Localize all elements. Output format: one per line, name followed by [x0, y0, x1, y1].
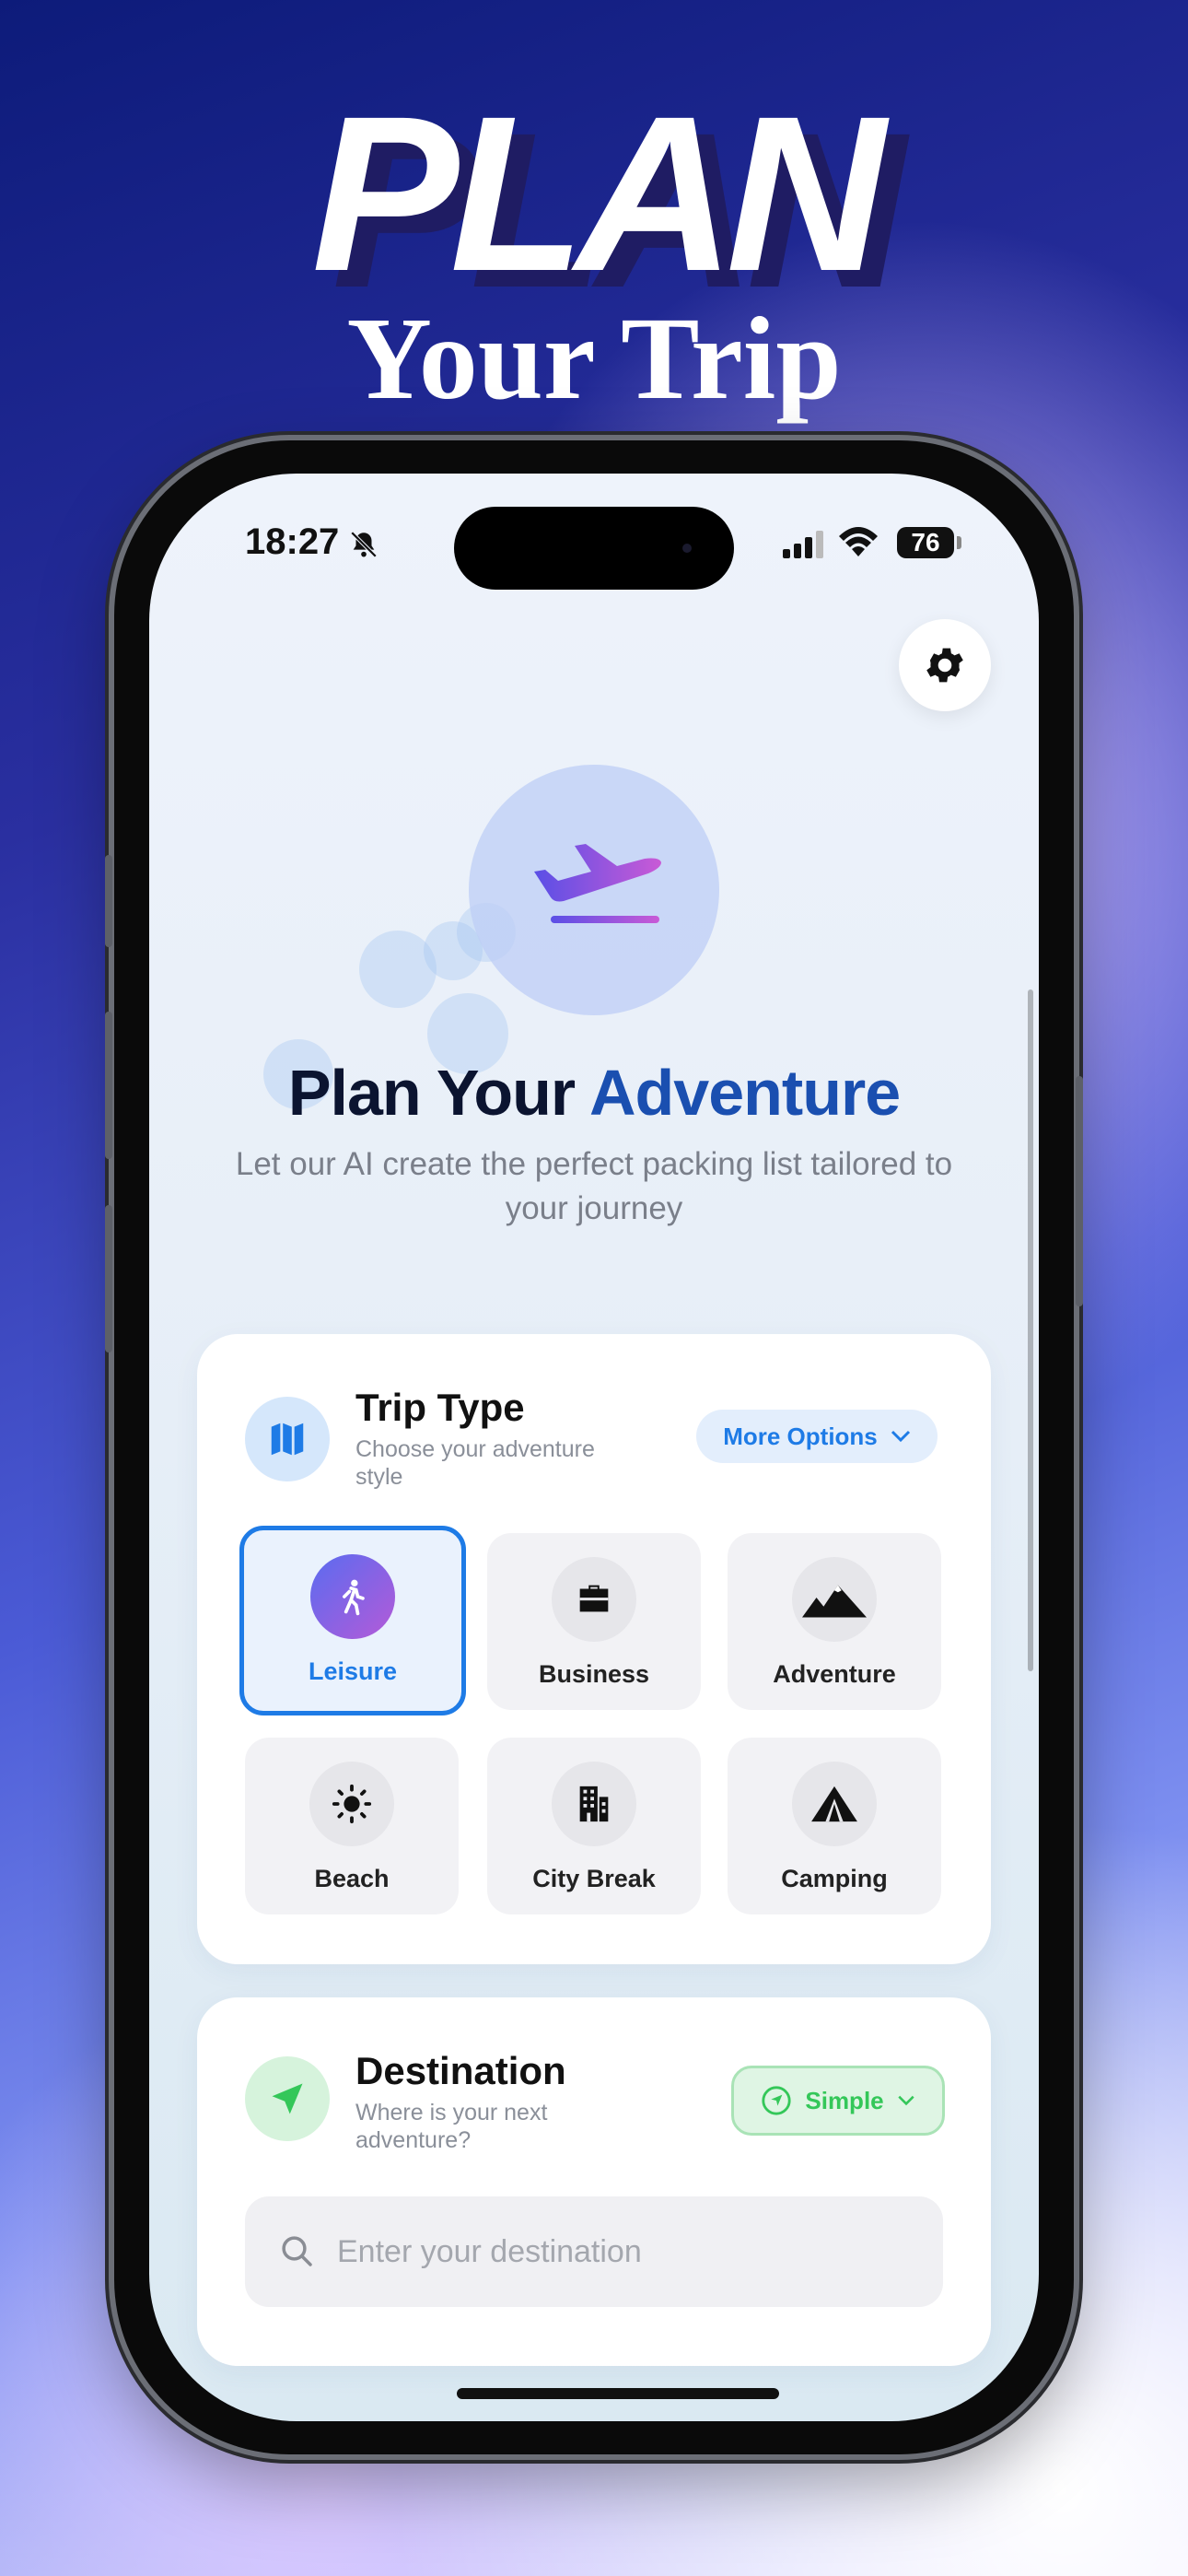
trip-type-icon-badge — [245, 1397, 330, 1481]
compass-icon — [762, 2086, 791, 2115]
promo-headline-plan: PLAN — [311, 70, 885, 317]
destination-card: Destination Where is your next adventure… — [197, 1997, 991, 2366]
chevron-down-icon — [898, 2095, 914, 2106]
trip-type-option-business[interactable]: Business — [487, 1533, 701, 1710]
building-icon — [552, 1762, 636, 1846]
trip-type-option-label: City Break — [532, 1865, 656, 1892]
trip-type-option-camping[interactable]: Camping — [728, 1738, 941, 1914]
trip-type-title: Trip Type — [355, 1386, 525, 1429]
wifi-icon — [839, 527, 878, 556]
action-button — [105, 855, 112, 947]
status-time: 18:27 — [245, 521, 340, 562]
walking-person-icon — [310, 1554, 395, 1639]
trip-type-option-label: Leisure — [308, 1657, 398, 1685]
destination-subtitle: Where is your next adventure? — [355, 2100, 548, 2153]
app-screen: 18:27 76 Plan Your Adventure Let our AI … — [149, 474, 1039, 2421]
trip-type-subtitle: Choose your adventure style — [355, 1436, 595, 1490]
trip-type-option-label: Beach — [314, 1865, 390, 1892]
trip-type-option-leisure[interactable]: Leisure — [239, 1526, 466, 1715]
trip-type-option-city-break[interactable]: City Break — [487, 1738, 701, 1914]
mountains-icon — [792, 1557, 877, 1642]
hero-subtitle: Let our AI create the perfect packing li… — [235, 1146, 953, 1226]
volume-down-button — [105, 1205, 112, 1352]
hero-title: Plan Your Adventure — [287, 1057, 901, 1129]
trip-type-option-adventure[interactable]: Adventure — [728, 1533, 941, 1710]
destination-mode-label: Simple — [805, 2086, 884, 2114]
location-arrow-icon — [272, 2083, 303, 2114]
bell-muted-icon — [350, 531, 378, 558]
scrollbar[interactable] — [1028, 989, 1033, 1671]
phone-frame: 18:27 76 Plan Your Adventure Let our AI … — [105, 440, 1083, 2454]
map-icon — [271, 1423, 304, 1456]
volume-up-button — [105, 1012, 112, 1159]
destination-search-placeholder: Enter your destination — [337, 2233, 642, 2269]
search-icon — [282, 2236, 312, 2266]
more-options-button[interactable]: More Options — [696, 1410, 938, 1463]
destination-title: Destination — [355, 2049, 566, 2092]
sun-icon — [309, 1762, 394, 1846]
cellular-signal-icon — [783, 531, 823, 558]
dynamic-island — [454, 507, 734, 590]
trip-type-option-label: Business — [538, 1660, 650, 1688]
briefcase-icon — [552, 1557, 636, 1642]
more-options-label: More Options — [723, 1422, 878, 1450]
airplane-takeoff-icon — [534, 844, 661, 923]
battery-indicator: 76 — [897, 527, 954, 558]
home-indicator[interactable] — [457, 2388, 779, 2399]
destination-search-field[interactable]: Enter your destination — [245, 2196, 943, 2307]
trip-type-option-label: Adventure — [773, 1660, 896, 1688]
destination-icon-badge — [245, 2056, 330, 2141]
trip-type-card: Trip Type Choose your adventure style Mo… — [197, 1334, 991, 1964]
destination-mode-dropdown[interactable]: Simple — [731, 2066, 945, 2136]
settings-button[interactable] — [899, 619, 991, 711]
trip-type-option-label: Camping — [781, 1865, 888, 1892]
promo-headline-your-trip: Your Trip — [346, 293, 842, 424]
chevron-down-icon — [891, 1430, 910, 1443]
gear-icon — [926, 648, 963, 683]
tent-icon — [792, 1762, 877, 1846]
power-button — [1076, 1076, 1083, 1306]
trip-type-option-beach[interactable]: Beach — [245, 1738, 459, 1914]
